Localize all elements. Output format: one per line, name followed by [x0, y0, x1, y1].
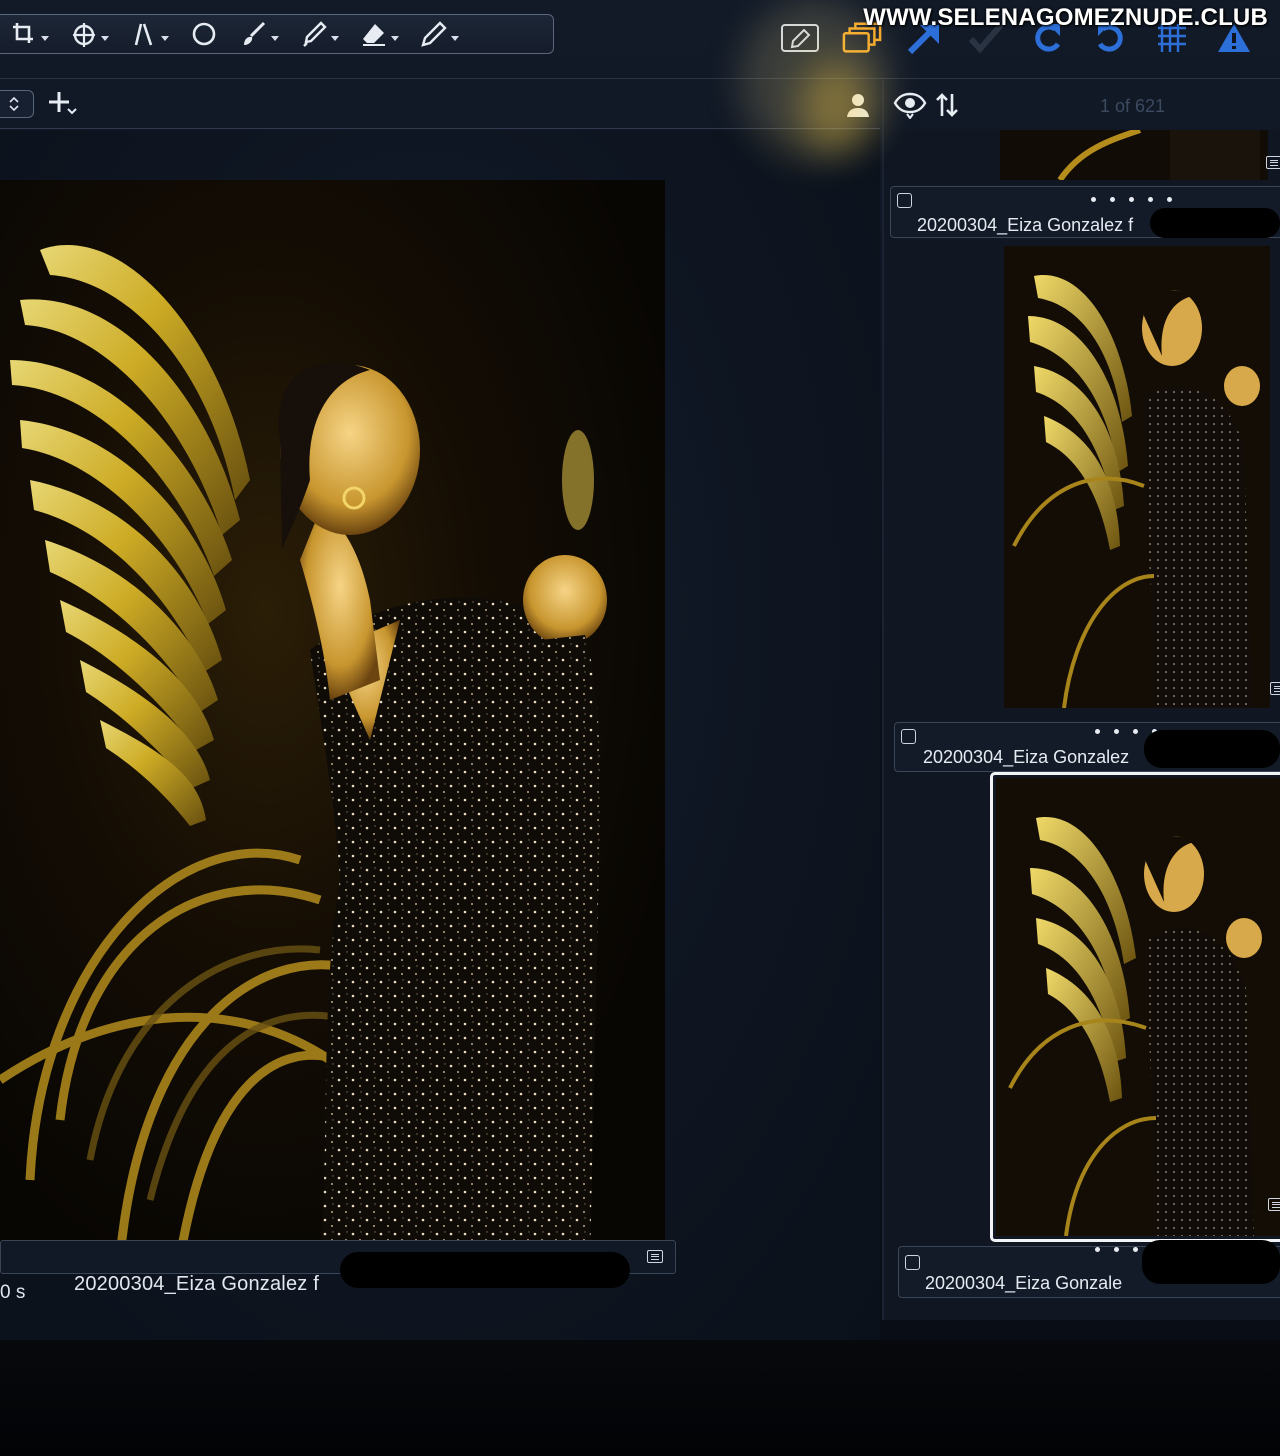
redaction-mark — [1150, 208, 1280, 238]
zoom-stepper[interactable] — [0, 90, 34, 118]
straighten-icon — [129, 19, 159, 49]
rating-dots[interactable] — [1095, 1247, 1138, 1252]
thumbnail-metadata-icon[interactable] — [1270, 682, 1280, 695]
circle-mask-tool[interactable] — [189, 19, 219, 49]
plus-icon — [49, 92, 77, 115]
brush-tool[interactable] — [239, 19, 279, 49]
rotate-icon — [69, 19, 99, 49]
thumbnail-metadata-icon[interactable] — [1268, 1198, 1280, 1211]
add-viewer-button[interactable] — [48, 88, 78, 118]
eye-icon — [893, 92, 927, 119]
rating-dots[interactable] — [1091, 197, 1172, 202]
edit-button[interactable] — [780, 18, 820, 58]
viewer-header-divider — [0, 128, 880, 129]
pen-icon — [419, 19, 449, 49]
crop-icon — [9, 19, 39, 49]
watermark: WWW.SELENAGOMEZNUDE.CLUB — [863, 4, 1268, 31]
keystone-tool[interactable] — [129, 19, 169, 49]
metadata-list-icon[interactable] — [647, 1250, 663, 1263]
annotate-tool[interactable] — [419, 19, 459, 49]
thumbnail-partial[interactable] — [1000, 130, 1268, 180]
rating-dots[interactable] — [1095, 729, 1157, 734]
monitor-bezel — [0, 1340, 1280, 1456]
capture-one-window: 1 of 621 0 s 20200304_Eiza Gonzalez f 20… — [0, 0, 1280, 1340]
viewer-time: 0 s — [0, 1282, 26, 1303]
thumbnail-filename: 20200304_Eiza Gonzalez f — [917, 215, 1134, 235]
person-icon — [847, 94, 869, 117]
crop-tool[interactable] — [9, 19, 49, 49]
sort-arrows-icon — [936, 93, 958, 117]
redaction-mark — [1142, 1240, 1280, 1284]
thumbnail-filename: 20200304_Eiza Gonzalez — [923, 747, 1130, 767]
filter-button[interactable] — [892, 88, 928, 122]
color-picker-icon — [299, 19, 329, 49]
cursor-tools-group — [0, 14, 554, 54]
picker-tool[interactable] — [299, 19, 339, 49]
redaction-mark — [1144, 730, 1280, 768]
selection-frame — [990, 772, 1280, 1242]
eraser-tool[interactable] — [359, 19, 399, 49]
brush-icon — [239, 19, 269, 49]
thumbnail-metadata-icon[interactable] — [1266, 156, 1280, 169]
rotate-tool[interactable] — [69, 19, 109, 49]
up-down-arrows-icon — [9, 96, 19, 112]
circle-mask-icon — [189, 19, 219, 49]
toolbar-separator — [0, 78, 1280, 79]
eraser-icon — [359, 19, 389, 49]
thumbnail-checkbox[interactable] — [901, 729, 916, 744]
redaction-mark — [340, 1252, 630, 1288]
viewer-filename: 20200304_Eiza Gonzalez f — [74, 1273, 319, 1295]
person-button[interactable] — [842, 90, 874, 120]
main-photo[interactable] — [0, 180, 665, 1258]
edit-icon — [781, 24, 819, 52]
zoom-button[interactable] — [1276, 18, 1280, 58]
thumbnail-image[interactable] — [1004, 246, 1270, 708]
thumbnail-checkbox[interactable] — [905, 1255, 920, 1270]
image-counter: 1 of 621 — [1100, 96, 1166, 116]
thumbnail-checkbox[interactable] — [897, 193, 912, 208]
thumbnail-filename: 20200304_Eiza Gonzale — [925, 1273, 1123, 1293]
sort-button[interactable] — [932, 88, 962, 122]
